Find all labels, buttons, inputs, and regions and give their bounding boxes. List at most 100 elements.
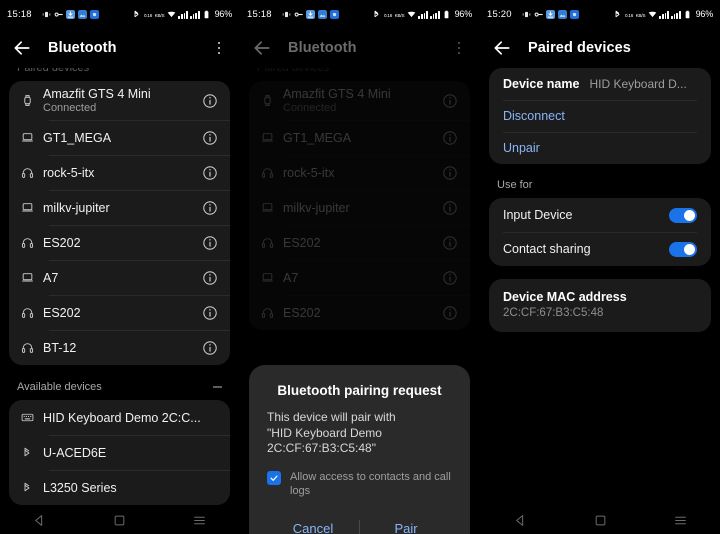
table-row[interactable]: GT1_MEGA: [9, 120, 230, 155]
dialog-body: This device will pair with "HID Keyboard…: [267, 410, 452, 457]
disconnect-row[interactable]: Disconnect: [489, 100, 711, 132]
table-row[interactable]: rock-5-itx: [9, 155, 230, 190]
input-device-toggle[interactable]: [669, 207, 697, 223]
pairing-request-dialog: Bluetooth pairing request This device wi…: [249, 365, 470, 534]
data-rate-value: 0.16: [383, 13, 393, 18]
contact-sharing-label: Contact sharing: [503, 242, 591, 256]
laptop-icon: [21, 131, 43, 144]
collapse-indicator-icon[interactable]: [213, 386, 222, 388]
headphones-icon: [21, 341, 43, 354]
overflow-menu-icon[interactable]: [451, 39, 467, 57]
status-system-icons: 0.16 KB/S 96%: [613, 9, 713, 19]
panel-pairing-dialog: 15:18 0.16 KB/S 96% Bluetooth Paired dev…: [240, 0, 480, 534]
dialog-actions: Cancel Pair: [267, 512, 452, 534]
signal-icon: [418, 10, 428, 19]
watch-icon: [21, 94, 43, 107]
check-icon: [270, 475, 278, 481]
bluetooth-icon: [21, 482, 43, 494]
device-name: BT-12: [43, 340, 77, 355]
allow-contacts-label: Allow access to contacts and call logs: [290, 470, 451, 497]
app-icon: [329, 9, 339, 19]
app-bar: Bluetooth: [240, 28, 479, 68]
recents-lines-icon[interactable]: [674, 514, 687, 527]
disconnect-button[interactable]: Disconnect: [503, 101, 565, 131]
info-icon[interactable]: [202, 200, 218, 216]
back-triangle-icon[interactable]: [33, 514, 46, 527]
back-arrow-icon[interactable]: [492, 38, 512, 58]
input-device-row[interactable]: Input Device: [489, 198, 711, 232]
back-triangle-icon[interactable]: [514, 514, 527, 527]
contact-sharing-row[interactable]: Contact sharing: [489, 232, 711, 266]
unpair-row[interactable]: Unpair: [489, 132, 711, 164]
available-devices-label: Available devices: [9, 379, 230, 400]
allow-contacts-checkbox-row[interactable]: Allow access to contacts and call logs: [267, 470, 452, 498]
info-icon[interactable]: [202, 340, 218, 356]
back-arrow-icon[interactable]: [12, 38, 32, 58]
home-square-icon[interactable]: [113, 514, 126, 527]
available-devices-text: Available devices: [17, 381, 102, 393]
table-row[interactable]: A7: [9, 260, 230, 295]
mac-address-block[interactable]: Device MAC address 2C:CF:67:B3:C5:48: [489, 279, 711, 332]
info-icon[interactable]: [202, 165, 218, 181]
status-notification-icons: [522, 9, 579, 19]
status-notification-icons: [282, 9, 339, 19]
device-name: rock-5-itx: [43, 165, 95, 180]
status-bar: 15:20 0.16 KB/S 96%: [480, 0, 720, 28]
table-row[interactable]: ES202: [9, 295, 230, 330]
allow-contacts-checkbox[interactable]: [267, 470, 281, 485]
screenshot-root: 15:18 0.16 KB/S 96% Bluetooth Paired dev…: [0, 0, 720, 534]
table-row[interactable]: BT-12: [9, 330, 230, 365]
device-name-value: HID Keyboard D...: [589, 77, 687, 91]
info-icon[interactable]: [202, 130, 218, 146]
info-icon[interactable]: [202, 93, 218, 109]
list-item[interactable]: L3250 Series: [9, 470, 230, 505]
headphones-icon: [21, 236, 43, 249]
battery-icon: [204, 10, 209, 18]
info-icon[interactable]: [202, 235, 218, 251]
back-arrow-icon[interactable]: [252, 38, 272, 58]
table-row[interactable]: milkv-jupiter: [9, 190, 230, 225]
list-item[interactable]: U-ACED6E: [9, 435, 230, 470]
use-for-card: Input Device Contact sharing: [489, 198, 711, 266]
contact-sharing-toggle[interactable]: [669, 241, 697, 257]
available-devices-card: HID Keyboard Demo 2C:C... U-ACED6E L3250…: [9, 400, 230, 505]
panel1-content[interactable]: Paired devices Amazfit GTS 4 Mini Connec…: [0, 68, 239, 534]
download-icon: [545, 9, 555, 19]
info-icon[interactable]: [202, 270, 218, 286]
mac-address-value: 2C:CF:67:B3:C5:48: [503, 307, 604, 319]
battery-percent: 96%: [214, 9, 233, 19]
download-icon: [65, 9, 75, 19]
table-row[interactable]: Amazfit GTS 4 Mini Connected: [9, 81, 230, 120]
info-icon[interactable]: [202, 305, 218, 321]
home-square-icon[interactable]: [594, 514, 607, 527]
download-icon: [305, 9, 315, 19]
page-title: Bluetooth: [288, 40, 357, 56]
data-rate-icon: 0.16 KB/S: [383, 9, 405, 19]
overflow-menu-icon[interactable]: [211, 39, 227, 57]
device-name: A7: [43, 270, 59, 285]
data-rate-value: 0.16: [143, 13, 153, 18]
cancel-button[interactable]: Cancel: [267, 512, 359, 534]
battery-icon: [685, 10, 690, 18]
device-name: GT1_MEGA: [43, 130, 112, 145]
bluetooth-icon: [21, 447, 43, 459]
status-system-icons: 0.16 KB/S 96%: [372, 9, 472, 19]
navigation-bar: [480, 506, 720, 534]
dialog-line-1: This device will pair with: [267, 410, 396, 424]
laptop-icon: [21, 201, 43, 214]
device-name-row[interactable]: Device name HID Keyboard D...: [489, 68, 711, 100]
device-name: ES202: [43, 235, 81, 250]
battery-percent: 96%: [454, 9, 473, 19]
device-name-label: Device name: [503, 77, 580, 91]
device-actions-card: Device name HID Keyboard D... Disconnect…: [489, 68, 711, 164]
device-name: HID Keyboard Demo 2C:C...: [43, 410, 201, 425]
key-icon: [294, 11, 303, 17]
data-rate-icon: 0.16 KB/S: [625, 9, 646, 19]
status-time: 15:18: [247, 8, 272, 20]
recents-lines-icon[interactable]: [193, 514, 206, 527]
pair-button[interactable]: Pair: [360, 512, 452, 534]
table-row[interactable]: ES202: [9, 225, 230, 260]
photo-icon: [317, 9, 327, 19]
unpair-button[interactable]: Unpair: [503, 133, 540, 163]
list-item[interactable]: HID Keyboard Demo 2C:C...: [9, 400, 230, 435]
